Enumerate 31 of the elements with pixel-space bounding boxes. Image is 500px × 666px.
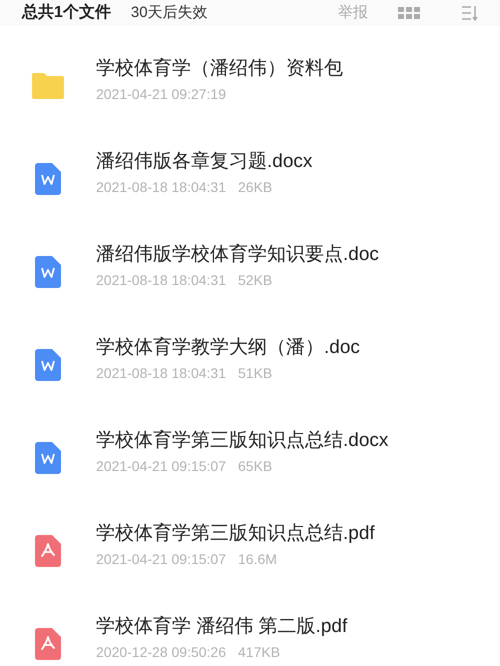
file-size: 52KB — [238, 271, 272, 290]
document-icon — [35, 256, 61, 288]
file-size: 51KB — [238, 364, 272, 383]
document-icon — [35, 348, 61, 380]
file-size: 417KB — [238, 643, 280, 662]
pdf-icon — [35, 534, 61, 566]
file-size: 26KB — [238, 178, 272, 197]
file-time: 2021-08-18 18:04:31 — [96, 364, 226, 383]
file-name[interactable]: 学校体育学第三版知识点总结.docx — [96, 428, 388, 454]
file-size: 65KB — [238, 457, 272, 476]
file-name[interactable]: 学校体育学第三版知识点总结.pdf — [96, 521, 375, 547]
file-time: 2021-08-18 18:04:31 — [96, 271, 226, 290]
document-icon — [35, 442, 61, 474]
file-time: 2021-04-21 09:15:07 — [96, 550, 226, 569]
file-time: 2020-12-28 09:50:26 — [96, 643, 226, 662]
file-name[interactable]: 学校体育学 潘绍伟 第二版.pdf — [96, 614, 348, 640]
expiry-text: 30天后失效 — [130, 2, 208, 23]
file-time: 2021-04-21 09:15:07 — [96, 457, 226, 476]
folder-icon — [32, 72, 64, 98]
file-name[interactable]: 潘绍伟版学校体育学知识要点.doc — [96, 242, 379, 268]
file-name[interactable]: 潘绍伟版各章复习题.docx — [96, 149, 312, 175]
file-time: 2021-04-21 09:27:19 — [96, 85, 226, 104]
document-icon — [35, 162, 61, 194]
file-size: 16.6M — [238, 550, 277, 569]
file-count: 总共1个文件 — [22, 2, 111, 23]
file-name[interactable]: 学校体育学教学大纲（潘）.doc — [96, 335, 360, 361]
sort-icon[interactable] — [462, 5, 478, 21]
grid-view-icon[interactable] — [398, 7, 420, 19]
file-time: 2021-08-18 18:04:31 — [96, 178, 226, 197]
pdf-icon — [35, 628, 61, 660]
file-name[interactable]: 学校体育学（潘绍伟）资料包 — [96, 56, 343, 82]
